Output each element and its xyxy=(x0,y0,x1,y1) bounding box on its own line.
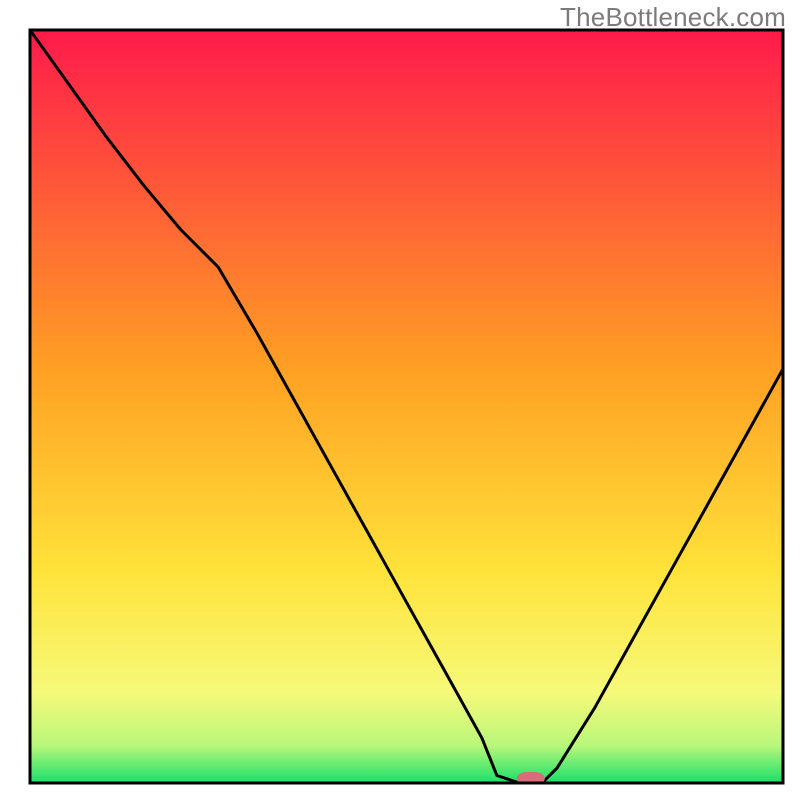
gradient-fill xyxy=(30,30,783,783)
bottleneck-chart xyxy=(0,0,800,800)
chart-stage: TheBottleneck.com xyxy=(0,0,800,800)
